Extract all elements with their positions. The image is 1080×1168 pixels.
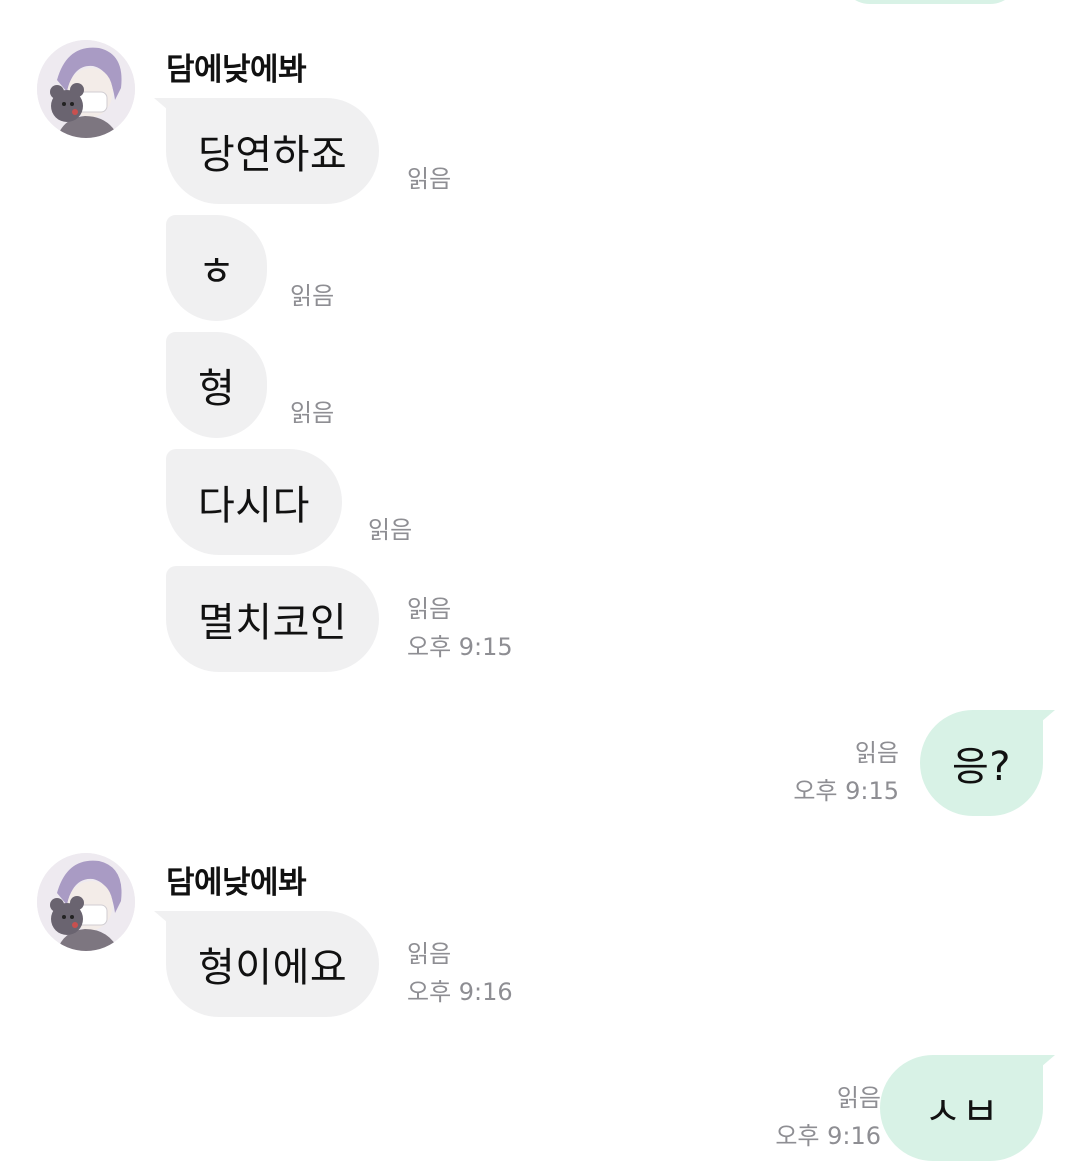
message-timestamp: 오후 9:16 [407,978,513,1006]
message-bubble[interactable]: 형 [166,332,268,438]
sender-avatar[interactable] [37,853,135,951]
read-receipt: 읽음 [407,165,452,193]
message-text: 응? [951,744,1011,790]
message-text: 형이에요 [198,945,348,991]
message-bubble[interactable]: 당연하죠 [153,98,380,204]
message-meta: 읽음 오후 9:16 [407,935,513,1011]
profile-avatar-icon [37,853,135,951]
sender-name: 담에낮에봐 [166,52,307,88]
sender-avatar[interactable] [37,40,135,138]
read-receipt: 읽음 [407,595,452,623]
message-text: ㅅㅂ [924,1089,999,1135]
message-meta: 읽음 오후 9:15 [407,590,513,666]
message-text: ㅎ [198,249,236,295]
message-bubble[interactable]: ㅎ [166,215,268,321]
message-meta: 읽음 오후 9:15 [793,734,899,810]
read-receipt: 읽음 [407,940,452,968]
message-bubble[interactable]: 다시다 [166,449,342,555]
outgoing-message-bubble[interactable]: 응? [919,710,1056,816]
profile-avatar-icon [37,40,135,138]
message-meta: 읽음 [290,277,334,315]
read-receipt: 읽음 [836,1084,881,1112]
outgoing-message-bubble[interactable]: ㅅㅂ [880,1055,1055,1161]
message-timestamp: 오후 9:15 [407,633,513,661]
read-receipt: 읽음 [368,516,413,544]
read-receipt: 읽음 [290,282,335,310]
message-text: 형 [198,366,236,412]
read-receipt: 읽음 [290,399,335,427]
message-bubble[interactable]: 멸치코인 [166,566,380,672]
message-text: 멸치코인 [198,600,348,646]
message-text: 다시다 [198,483,310,529]
message-meta: 읽음 오후 9:16 [775,1079,881,1155]
message-timestamp: 오후 9:16 [775,1122,881,1150]
message-meta: 읽음 [290,394,334,432]
message-meta: 읽음 [407,160,451,198]
outgoing-bubble-partial[interactable] [840,0,1020,4]
chat-message-list[interactable]: 담에낮에봐 당연하죠 읽음 ㅎ 읽음 형 읽음 다시다 읽음 멸치코인 읽음 오… [0,0,1080,1168]
message-bubble[interactable]: 형이에요 [153,911,380,1017]
read-receipt: 읽음 [854,739,899,767]
sender-name: 담에낮에봐 [166,865,307,901]
message-meta: 읽음 [368,511,412,549]
message-timestamp: 오후 9:15 [793,777,899,805]
message-text: 당연하죠 [198,132,348,178]
